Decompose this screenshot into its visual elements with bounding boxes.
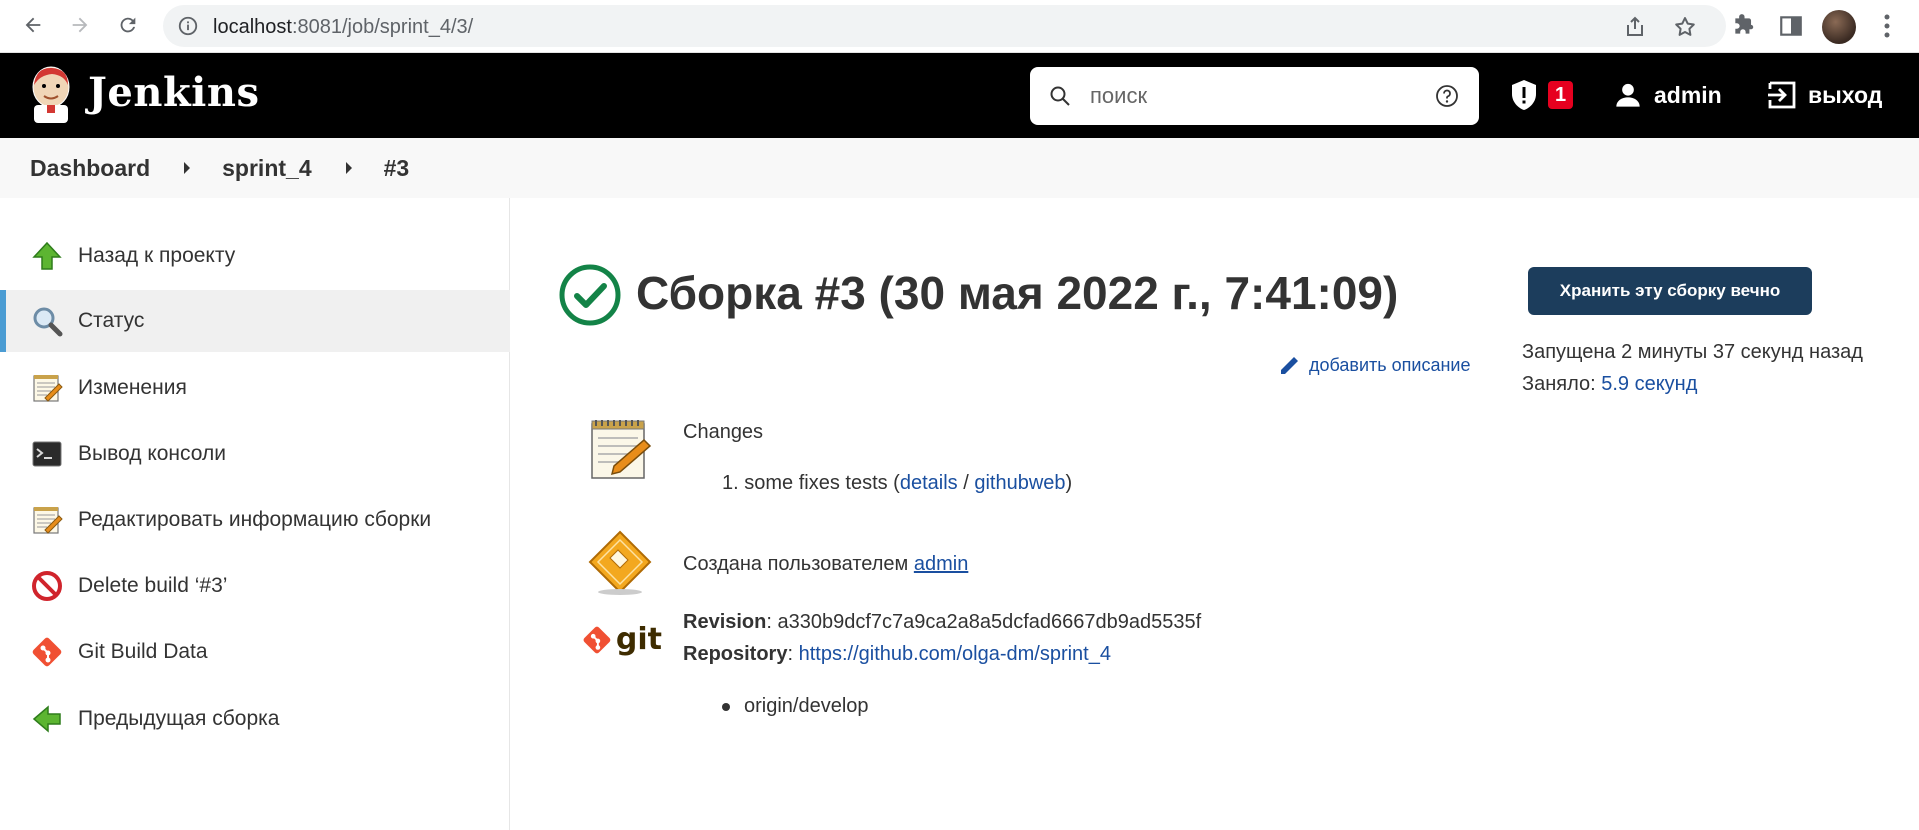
breadcrumb-chevron-icon[interactable] (184, 162, 191, 174)
url-text[interactable]: localhost:8081/job/sprint_4/3/ (213, 16, 473, 39)
sidebar-item-status[interactable]: Статус (0, 290, 510, 352)
repository-link[interactable]: https://github.com/olga-dm/sprint_4 (799, 643, 1111, 665)
add-description-label: добавить описание (1309, 354, 1471, 375)
jenkins-logo[interactable] (28, 65, 74, 125)
created-by-text: Создана пользователем admin (683, 553, 968, 576)
build-started-text: Запущена 2 минуты 37 секунд назад (1522, 341, 1863, 363)
notepad-icon (591, 420, 652, 479)
user-cause-icon (588, 530, 652, 595)
git-icon (30, 635, 64, 669)
build-duration: Заняло: 5.9 секунд (1522, 373, 1697, 396)
security-alerts[interactable]: 1 (1510, 67, 1574, 123)
sidebar-item-label: Вывод консоли (78, 442, 226, 465)
user-icon (1616, 83, 1640, 107)
duration-link[interactable]: 5.9 секунд (1601, 373, 1697, 395)
page-title: Сборка #3 (30 мая 2022 г., 7:41:09) (636, 267, 1399, 319)
revision-label: Revision (683, 611, 767, 633)
magnifier-icon (30, 304, 64, 338)
sidebar-item-changes[interactable]: Изменения (0, 357, 510, 419)
notepad-icon (30, 371, 64, 405)
user-link[interactable]: admin (1614, 67, 1722, 123)
sidebar-item-edit-build-info[interactable]: Редактировать информацию сборки (0, 489, 510, 551)
bookmark-star-icon[interactable] (1673, 15, 1697, 39)
change-details-link[interactable]: details (900, 472, 958, 494)
git-icon (583, 626, 611, 654)
no-entry-icon (30, 569, 64, 603)
terminal-icon (30, 437, 64, 471)
extensions-icon[interactable] (1731, 13, 1757, 39)
revision-line: Revision: a330b9dcf7c7a9ca2a8a5dcfad6667… (683, 611, 1201, 634)
side-panel-icon[interactable] (1778, 13, 1804, 39)
site-info-icon[interactable] (177, 15, 199, 37)
git-logo: git (582, 622, 662, 658)
add-description-link[interactable]: добавить описание (1278, 353, 1471, 377)
repository-separator: : (787, 643, 799, 665)
breadcrumb-dashboard[interactable]: Dashboard (30, 155, 150, 182)
sidebar-item-git-build-data[interactable]: Git Build Data (0, 621, 510, 683)
app-title[interactable]: Jenkins (88, 69, 259, 116)
change-link-separator: / (957, 472, 975, 494)
sidebar-item-label: Изменения (78, 376, 187, 399)
change-message: some fixes tests ( (744, 472, 900, 494)
sidebar-item-label: Редактировать информацию сборки (78, 508, 432, 531)
branch-name: origin/develop (744, 695, 869, 717)
change-githubweb-link[interactable]: githubweb (974, 472, 1065, 494)
user-name: admin (1654, 81, 1722, 108)
address-bar[interactable]: localhost:8081/job/sprint_4/3/ (163, 5, 1726, 47)
breadcrumb-job[interactable]: sprint_4 (222, 155, 311, 182)
sidebar-item-label: Назад к проекту (78, 244, 236, 267)
side-panel: Назад к проекту Статус Изменения Вывод к… (0, 198, 510, 830)
reload-icon[interactable] (113, 10, 143, 40)
success-check-icon (559, 264, 621, 326)
browser-menu-icon[interactable] (1883, 12, 1891, 40)
keep-build-forever-button[interactable]: Хранить эту сборку вечно (1528, 267, 1812, 315)
created-by-user-link[interactable]: admin (914, 553, 968, 575)
sidebar-item-label: Статус (78, 309, 145, 332)
change-close-paren: ) (1065, 472, 1073, 494)
created-by-label: Создана пользователем (683, 553, 914, 575)
help-icon[interactable] (1435, 84, 1459, 108)
sidebar-item-label: Предыдущая сборка (78, 707, 280, 730)
branch-list-item: origin/develop (722, 695, 869, 718)
sidebar-item-delete-build[interactable]: Delete build ‘#3’ (0, 555, 510, 617)
sidebar-item-label: Git Build Data (78, 640, 208, 663)
back-icon[interactable] (18, 10, 48, 40)
search-box (1030, 67, 1479, 125)
git-logo-text: git (615, 622, 662, 657)
notepad-icon (30, 503, 64, 537)
profile-avatar[interactable] (1822, 10, 1856, 44)
change-list-item: 1. some fixes tests (details / githubweb… (722, 472, 1072, 495)
changes-heading: Changes (683, 421, 764, 443)
sidebar-item-console-output[interactable]: Вывод консоли (0, 423, 510, 485)
shield-icon (1512, 80, 1536, 110)
breadcrumb-chevron-icon[interactable] (345, 162, 352, 174)
sidebar-item-label: Delete build ‘#3’ (78, 574, 228, 597)
pencil-icon (1281, 357, 1298, 374)
browser-toolbar: localhost:8081/job/sprint_4/3/ (0, 0, 1919, 53)
sidebar-item-back-to-project[interactable]: Назад к проекту (0, 225, 510, 287)
duration-label: Заняло: (1522, 373, 1602, 395)
logout-icon (1768, 81, 1796, 109)
left-arrow-icon (30, 702, 64, 736)
forward-icon[interactable] (65, 10, 95, 40)
breadcrumb-build[interactable]: #3 (384, 155, 410, 182)
up-arrow-icon (30, 239, 64, 273)
bullet-icon (722, 702, 730, 711)
sidebar-item-previous-build[interactable]: Предыдущая сборка (0, 688, 510, 750)
jenkins-header: Jenkins 1 admin выход (0, 53, 1919, 138)
security-count-badge: 1 (1548, 81, 1574, 109)
search-icon (1050, 86, 1070, 106)
repository-line: Repository: https://github.com/olga-dm/s… (683, 643, 1111, 666)
share-icon[interactable] (1623, 15, 1647, 39)
repository-label: Repository (683, 643, 788, 665)
search-input[interactable] (1090, 75, 1420, 117)
revision-hash: : a330b9dcf7c7a9ca2a8a5dcfad6667db9ad553… (766, 611, 1202, 633)
breadcrumb: Dashboard sprint_4 #3 (0, 138, 1919, 198)
logout-label: выход (1808, 81, 1883, 108)
logout-link[interactable]: выход (1766, 67, 1882, 123)
change-number: 1. (722, 472, 739, 494)
